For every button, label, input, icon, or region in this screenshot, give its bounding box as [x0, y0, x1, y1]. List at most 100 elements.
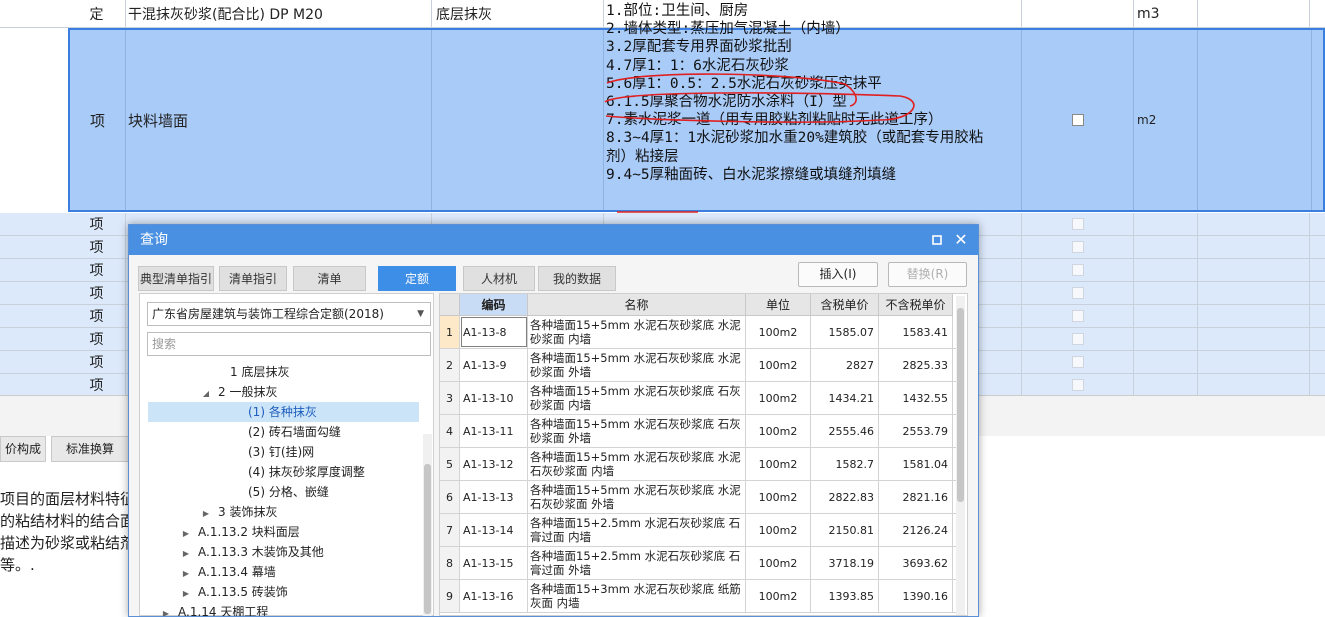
- tree-node-label: (1) 各种抹灰: [248, 405, 317, 419]
- table-row[interactable]: 8 A1-13-15 各种墙面15+2.5mm 水泥石灰砂浆底 石膏过面 外墙 100…: [440, 547, 959, 580]
- row-type: 项: [68, 374, 126, 396]
- tree-node[interactable]: (1) 各种抹灰: [230, 402, 317, 422]
- price-without-tax: 1583.41: [879, 316, 953, 348]
- quota-code: A1-13-8: [460, 316, 528, 348]
- tab-quota[interactable]: 定额: [378, 266, 456, 291]
- tree-node-label: A.1.13.3 木装饰及其他: [198, 545, 324, 559]
- tree-node[interactable]: ▶ A.1.13.3 木装饰及其他: [180, 542, 324, 562]
- expand-toggle-icon[interactable]: ▶: [180, 564, 192, 584]
- tree-node[interactable]: ▶ A.1.13.2 块料面层: [180, 522, 300, 542]
- tab-labor-material-machine[interactable]: 人材机: [463, 266, 535, 291]
- price-without-tax: 3693.62: [879, 547, 953, 579]
- row-checkbox[interactable]: [1071, 310, 1084, 322]
- tree-node[interactable]: (3) 钉(挂)网: [230, 442, 314, 462]
- tab-typical-bill-guide[interactable]: 典型清单指引: [138, 266, 214, 291]
- quota-library-select[interactable]: 广东省房屋建筑与装饰工程综合定额(2018) ▼: [147, 302, 431, 326]
- tree-node[interactable]: (5) 分格、嵌缝: [230, 482, 329, 502]
- tree-node[interactable]: (2) 砖石墙面勾缝: [230, 422, 341, 442]
- tree-search-input[interactable]: 搜索: [147, 332, 431, 356]
- tree-node-label: A.1.13.5 砖装饰: [198, 585, 288, 599]
- quota-code: A1-13-14: [460, 514, 528, 546]
- table-scrollbar[interactable]: [956, 296, 965, 615]
- col-header-code[interactable]: 编码: [460, 294, 528, 316]
- row-index[interactable]: 8: [440, 547, 460, 579]
- price-without-tax: 2126.24: [879, 514, 953, 546]
- row-index[interactable]: 2: [440, 349, 460, 381]
- tree-node[interactable]: ◢ 2 一般抹灰: [200, 382, 278, 404]
- maximize-icon[interactable]: [927, 225, 947, 255]
- col-header-notax-price[interactable]: 不含税单价: [879, 294, 953, 316]
- quota-code: A1-13-16: [460, 580, 528, 612]
- tree-scrollbar[interactable]: [423, 434, 432, 616]
- close-icon[interactable]: ✕: [951, 225, 971, 255]
- expand-toggle-icon[interactable]: ▶: [180, 524, 192, 544]
- expand-toggle-icon[interactable]: ▶: [180, 544, 192, 564]
- row-checkbox[interactable]: [1071, 287, 1084, 299]
- bottom-description-text: 项目的面层材料特征 的粘结材料的结合面 描述为砂浆或粘结剂 等。.: [0, 490, 136, 574]
- quota-unit: 100m2: [746, 481, 811, 513]
- price-without-tax: 1390.16: [879, 580, 953, 612]
- tab-price-composition[interactable]: 价构成: [0, 436, 46, 462]
- row-checkbox[interactable]: [1071, 264, 1084, 276]
- expand-toggle-icon[interactable]: ▶: [160, 604, 172, 616]
- row-checkbox[interactable]: [1071, 379, 1084, 391]
- row-checkbox[interactable]: [1071, 356, 1084, 368]
- quota-unit: 100m2: [746, 580, 811, 612]
- table-scrollbar-thumb[interactable]: [957, 308, 964, 502]
- dialog-title-bar[interactable]: 查询 ✕: [129, 225, 978, 255]
- dialog-title: 查询: [140, 232, 168, 248]
- table-row[interactable]: 5 A1-13-12 各种墙面15+5mm 水泥石灰砂浆底 水泥石灰砂浆面 内墙 10…: [440, 448, 959, 481]
- tree-node[interactable]: 1 底层抹灰: [212, 362, 289, 382]
- row-index[interactable]: 7: [440, 514, 460, 546]
- row-checkbox[interactable]: [1071, 218, 1084, 230]
- row-type: 项: [68, 259, 126, 281]
- tree-scrollbar-thumb[interactable]: [424, 464, 431, 614]
- quota-name: 各种墙面15+2.5mm 水泥石灰砂浆底 石膏过面 内墙: [528, 514, 746, 546]
- row-type: 项: [68, 213, 126, 235]
- tree-node-label: 2 一般抹灰: [218, 385, 278, 399]
- tab-my-data[interactable]: 我的数据: [538, 266, 616, 291]
- row-index[interactable]: 3: [440, 382, 460, 414]
- row-index[interactable]: 5: [440, 448, 460, 480]
- tree-node[interactable]: ▶ 3 装饰抹灰: [200, 502, 278, 524]
- quota-name: 各种墙面15+5mm 水泥石灰砂浆底 水泥砂浆面 内墙: [528, 316, 746, 348]
- tree-node[interactable]: ▶ A.1.13.5 砖装饰: [180, 582, 288, 602]
- quota-name: 各种墙面15+5mm 水泥石灰砂浆底 水泥砂浆面 外墙: [528, 349, 746, 381]
- row-checkbox[interactable]: [1071, 333, 1084, 345]
- expand-toggle-icon[interactable]: ◢: [200, 384, 212, 404]
- col-header-unit[interactable]: 单位: [746, 294, 811, 316]
- col-header-tax-price[interactable]: 含税单价: [811, 294, 879, 316]
- quota-name: 各种墙面15+2.5mm 水泥石灰砂浆底 石膏过面 外墙: [528, 547, 746, 579]
- table-row[interactable]: 3 A1-13-10 各种墙面15+5mm 水泥石灰砂浆底 石灰砂浆面 内墙 100m…: [440, 382, 959, 415]
- row-index[interactable]: 1: [440, 316, 460, 348]
- row-checkbox[interactable]: [1071, 241, 1084, 253]
- col-header-name[interactable]: 名称: [528, 294, 746, 316]
- insert-button[interactable]: 插入(I): [798, 262, 878, 287]
- tab-standard-conversion[interactable]: 标准换算: [51, 436, 129, 462]
- table-row[interactable]: 4 A1-13-11 各种墙面15+5mm 水泥石灰砂浆底 石灰砂浆面 外墙 100m…: [440, 415, 959, 448]
- quota-table: 编码 名称 单位 含税单价 不含税单价 1 A1-13-8 各种墙面15+5mm 水…: [439, 293, 968, 616]
- expand-toggle-icon[interactable]: ▶: [200, 504, 212, 524]
- quota-unit: 100m2: [746, 547, 811, 579]
- price-without-tax: 2553.79: [879, 415, 953, 447]
- price-with-tax: 2822.83: [811, 481, 879, 513]
- row-index[interactable]: 6: [440, 481, 460, 513]
- table-row[interactable]: 6 A1-13-13 各种墙面15+5mm 水泥石灰砂浆底 水泥石灰砂浆面 外墙 10…: [440, 481, 959, 514]
- row-index[interactable]: 4: [440, 415, 460, 447]
- tree-node[interactable]: (4) 抹灰砂浆厚度调整: [230, 462, 365, 482]
- tree-node-label: A.1.13.4 幕墙: [198, 565, 276, 579]
- table-row[interactable]: 1 A1-13-8 各种墙面15+5mm 水泥石灰砂浆底 水泥砂浆面 内墙 100m2…: [440, 316, 959, 349]
- tab-bill-guide[interactable]: 清单指引: [219, 266, 287, 291]
- row-index[interactable]: 9: [440, 580, 460, 612]
- table-row[interactable]: 7 A1-13-14 各种墙面15+2.5mm 水泥石灰砂浆底 石膏过面 内墙 100…: [440, 514, 959, 547]
- replace-button[interactable]: 替换(R): [888, 262, 967, 287]
- quota-unit: 100m2: [746, 382, 811, 414]
- price-without-tax: 1581.04: [879, 448, 953, 480]
- tree-node[interactable]: ▶ A.1.13.4 幕墙: [180, 562, 276, 582]
- table-row[interactable]: 9 A1-13-16 各种墙面15+3mm 水泥石灰砂浆底 纸筋灰面 内墙 100m2…: [440, 580, 959, 613]
- quota-unit: 100m2: [746, 514, 811, 546]
- tab-bill[interactable]: 清单: [293, 266, 366, 291]
- quota-code: A1-13-11: [460, 415, 528, 447]
- table-row[interactable]: 2 A1-13-9 各种墙面15+5mm 水泥石灰砂浆底 水泥砂浆面 外墙 100m2…: [440, 349, 959, 382]
- expand-toggle-icon[interactable]: ▶: [180, 584, 192, 604]
